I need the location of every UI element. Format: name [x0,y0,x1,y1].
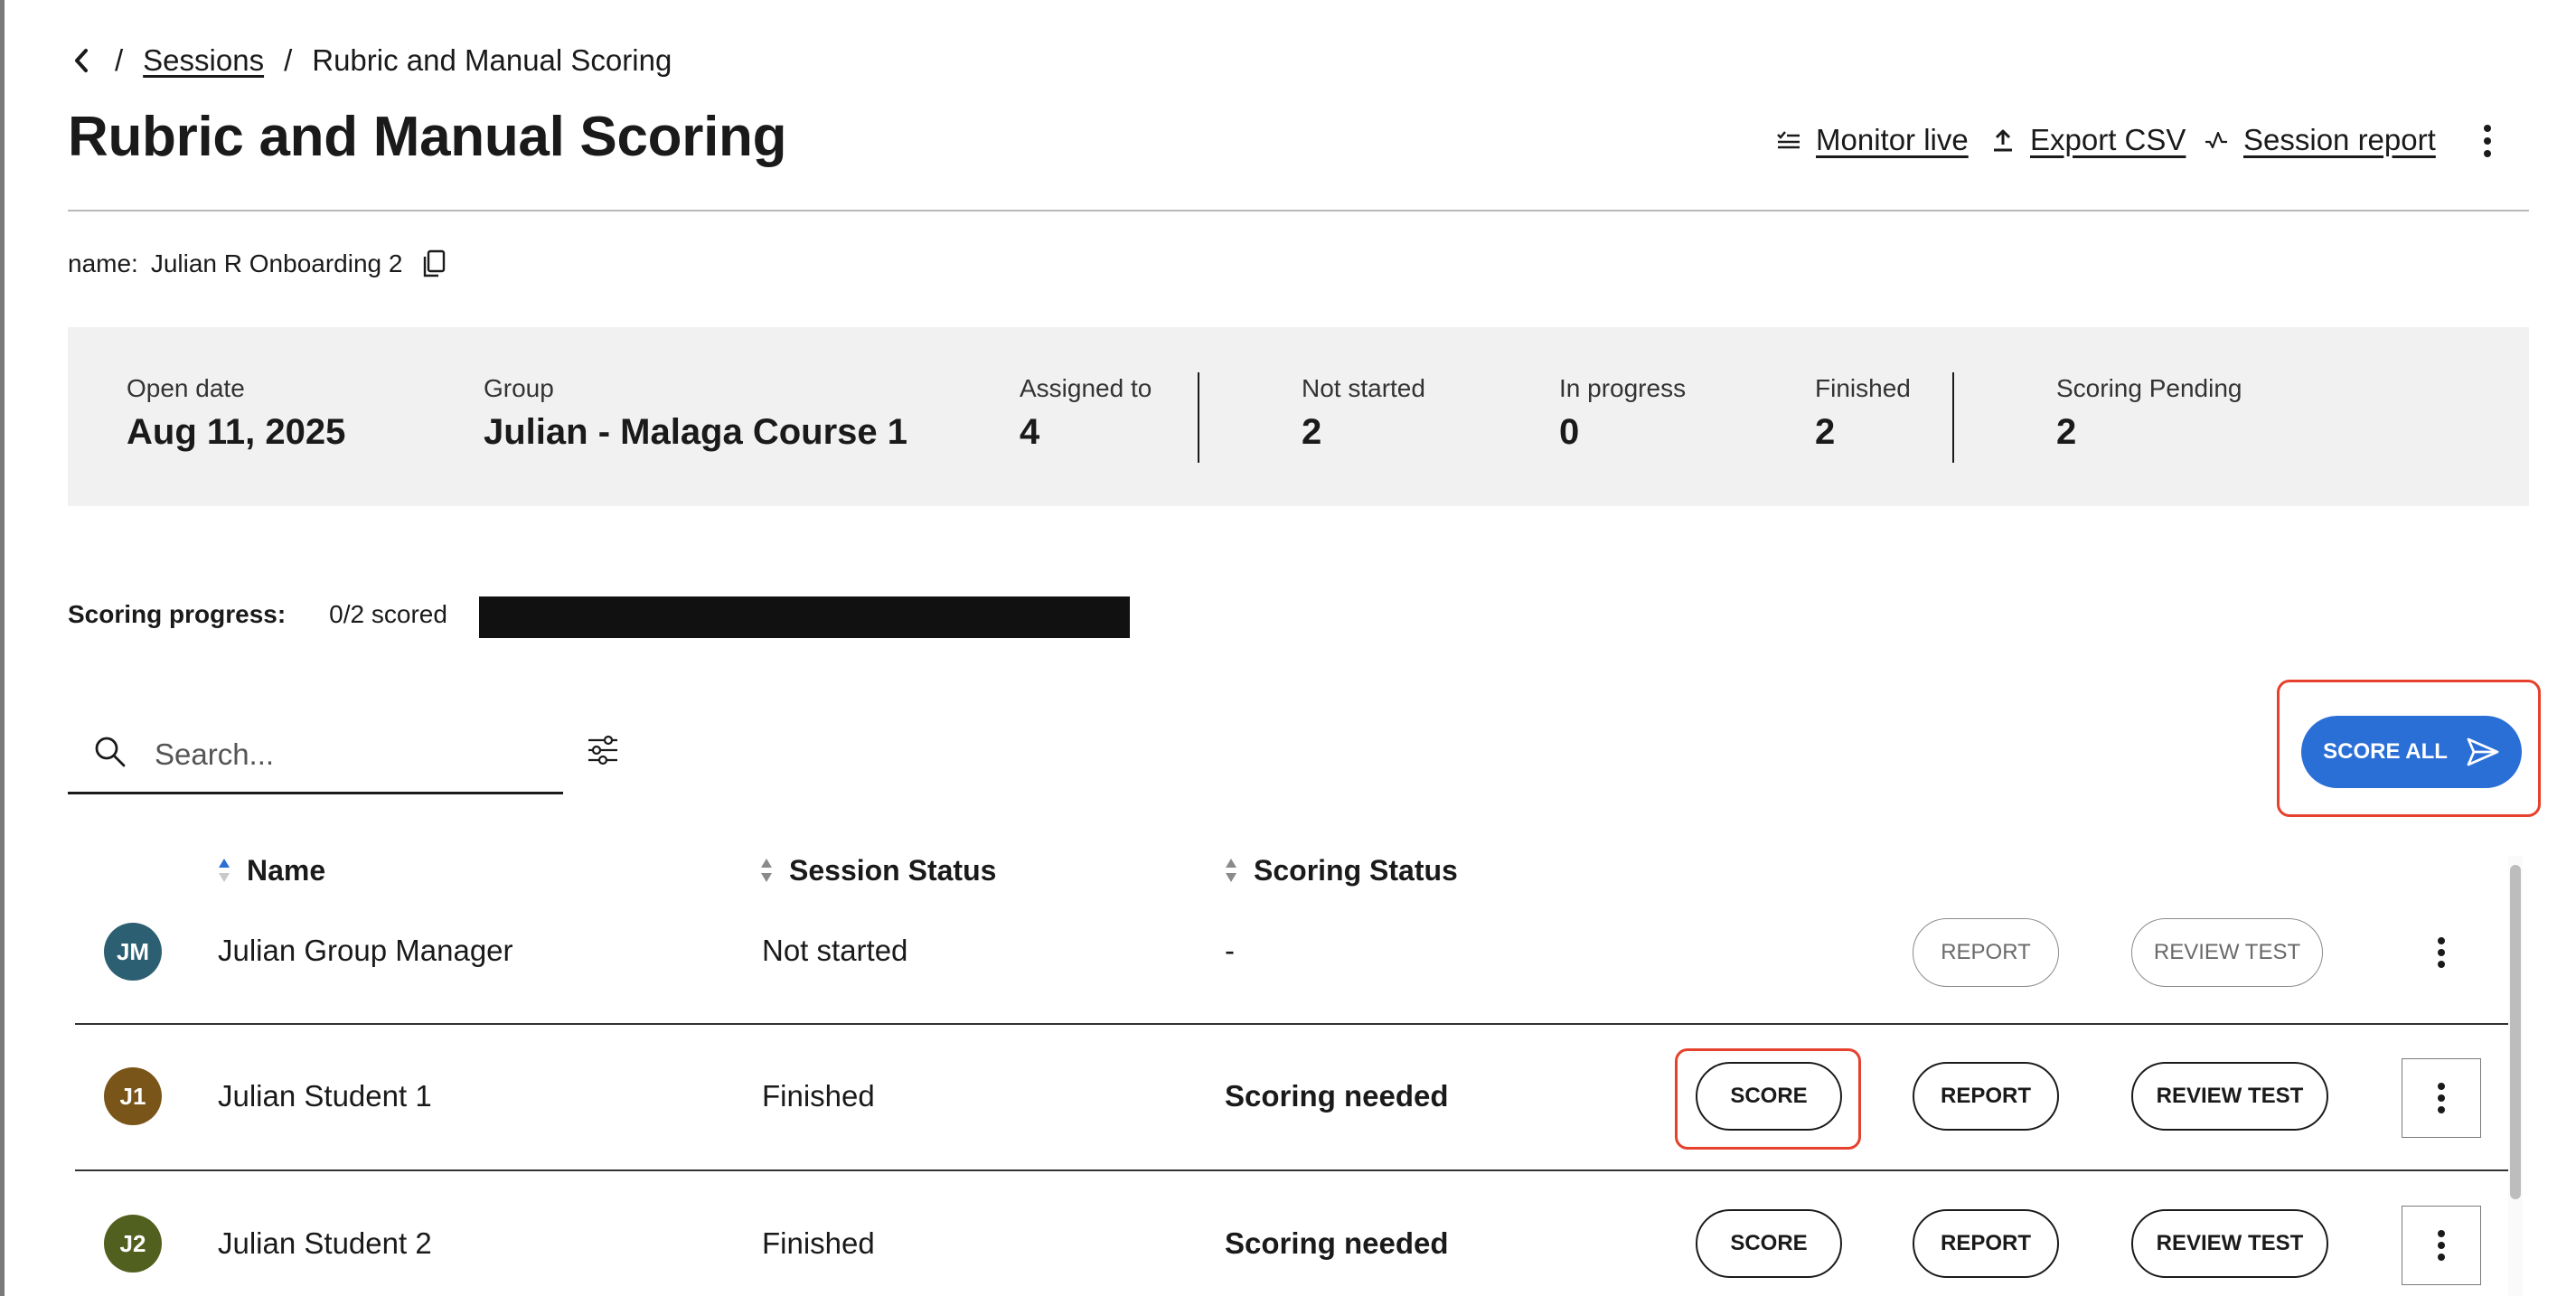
scrollbar-thumb[interactable] [2510,865,2521,1199]
upload-icon [1990,127,2016,153]
column-label: Session Status [789,853,997,887]
search-box [68,718,563,794]
monitor-live-link[interactable]: Monitor live [1776,119,1969,161]
table-header: Name Session Status Scoring Status [5,850,2526,891]
monitor-live-label: Monitor live [1816,123,1969,156]
scoring-status: Scoring needed [1225,1079,1449,1113]
column-header-name[interactable]: Name [218,850,325,891]
score-all-button[interactable]: SCORE ALL [2301,716,2522,788]
scoring-status: Scoring needed [1225,1226,1449,1260]
stat-label: In progress [1559,374,1687,402]
row-more-options-icon[interactable] [2402,1206,2481,1285]
stats-divider [1198,372,1199,463]
sort-ascending-icon [218,857,230,884]
review-test-button[interactable]: REVIEW TEST [2131,918,2323,987]
export-csv-label: Export CSV [2030,123,2186,156]
header-divider [68,210,2529,211]
stat-label: Scoring Pending [2056,374,2242,402]
breadcrumb: / Sessions / Rubric and Manual Scoring [68,42,672,80]
scoring-status: - [1225,934,1235,967]
report-button[interactable]: REPORT [1913,1062,2059,1131]
scoring-progress-bar [479,596,1130,638]
filter-settings-icon[interactable] [587,734,619,766]
stat-value: 0 [1559,412,1580,452]
row-more-options-icon[interactable] [2402,913,2481,992]
student-name: Julian Student 1 [218,1079,432,1113]
stat-label: Not started [1302,374,1425,402]
pulse-chart-icon [2204,127,2229,153]
table-row: JM Julian Group Manager Not started - RE… [75,907,2515,1025]
row-more-options-icon[interactable] [2402,1058,2481,1138]
stat-value: Julian - Malaga Course 1 [484,412,908,452]
avatar: J2 [104,1215,162,1273]
avatar: J1 [104,1067,162,1125]
stat-in-progress: In progress 0 [1559,374,1686,453]
stat-not-started: Not started 2 [1302,374,1425,453]
export-csv-link[interactable]: Export CSV [1990,119,2186,161]
breadcrumb-current: Rubric and Manual Scoring [312,43,672,77]
column-label: Scoring Status [1254,853,1458,887]
report-button[interactable]: REPORT [1913,918,2059,987]
sort-icon [1225,857,1237,884]
session-name-label: name: [68,249,138,277]
review-test-button[interactable]: REVIEW TEST [2131,1062,2328,1131]
stat-value: 4 [1020,412,1040,452]
student-name: Julian Group Manager [218,934,513,967]
stat-value: Aug 11, 2025 [127,412,346,452]
stat-assigned-to: Assigned to 4 [1020,374,1152,453]
session-status: Finished [762,1079,875,1113]
session-status: Finished [762,1226,875,1260]
stat-scoring-pending: Scoring Pending 2 [2056,374,2242,453]
student-name: Julian Student 2 [218,1226,432,1260]
column-label: Name [247,853,326,887]
column-header-scoring-status[interactable]: Scoring Status [1225,850,1458,891]
session-name-row: name: Julian R Onboarding 2 [68,249,446,279]
stat-value: 2 [2056,412,2077,452]
session-stats-panel: Open date Aug 11, 2025 Group Julian - Ma… [68,327,2529,506]
send-icon [2466,737,2500,767]
back-chevron-icon[interactable] [68,42,95,80]
search-icon [93,735,127,769]
page-more-options-icon[interactable] [2472,123,2503,159]
review-test-button[interactable]: REVIEW TEST [2131,1209,2328,1278]
scoring-progress-label: Scoring progress: [68,600,287,628]
table-row: J2 Julian Student 2 Finished Scoring nee… [75,1169,2515,1296]
session-report-label: Session report [2243,123,2436,156]
breadcrumb-separator: / [115,43,124,77]
search-input[interactable] [155,729,543,780]
stat-label: Assigned to [1020,374,1152,402]
stat-open-date: Open date Aug 11, 2025 [127,374,345,453]
stat-value: 2 [1815,412,1836,452]
table-row: J1 Julian Student 1 Finished Scoring nee… [75,1023,2515,1169]
score-button[interactable]: SCORE [1696,1062,1842,1131]
session-name-value: Julian R Onboarding 2 [150,249,403,277]
breadcrumb-separator: / [284,43,293,77]
report-button[interactable]: REPORT [1913,1209,2059,1278]
sort-icon [760,857,773,884]
header-actions: Monitor live Export CSV Session report [5,119,2576,161]
monitor-list-icon [1776,127,1801,153]
score-button[interactable]: SCORE [1696,1209,1842,1278]
column-header-session-status[interactable]: Session Status [760,850,996,891]
breadcrumb-sessions-link[interactable]: Sessions [143,43,264,78]
stat-label: Group [484,374,554,402]
stat-finished: Finished 2 [1815,374,1911,453]
stat-value: 2 [1302,412,1322,452]
table-scrollbar[interactable] [2508,856,2523,1296]
scoring-progress: Scoring progress: 0/2 scored [68,596,1130,638]
session-status: Not started [762,934,908,967]
stat-label: Finished [1815,374,1911,402]
stats-divider [1952,372,1954,463]
avatar: JM [104,923,162,981]
scoring-progress-count: 0/2 scored [329,600,447,628]
copy-icon[interactable] [422,249,446,278]
session-report-link[interactable]: Session report [2204,119,2436,161]
score-all-label: SCORE ALL [2323,739,2448,764]
stat-label: Open date [127,374,245,402]
stat-group: Group Julian - Malaga Course 1 [484,374,907,453]
